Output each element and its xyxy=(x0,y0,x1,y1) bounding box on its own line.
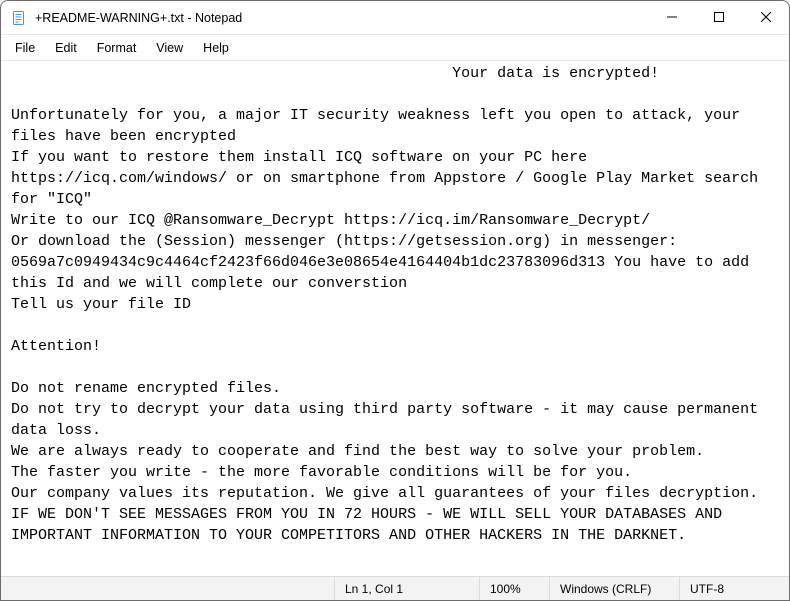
statusbar: Ln 1, Col 1 100% Windows (CRLF) UTF-8 xyxy=(1,576,789,600)
menu-file[interactable]: File xyxy=(5,38,45,58)
menubar: File Edit Format View Help xyxy=(1,35,789,61)
notepad-icon xyxy=(11,10,27,26)
notepad-window: +README-WARNING+.txt - Notepad File Edit… xyxy=(0,0,790,601)
status-encoding: UTF-8 xyxy=(679,577,789,600)
maximize-button[interactable] xyxy=(695,1,742,35)
maximize-icon xyxy=(714,9,724,27)
status-position: Ln 1, Col 1 xyxy=(334,577,479,600)
text-editor[interactable] xyxy=(1,61,789,576)
minimize-button[interactable] xyxy=(648,1,695,35)
menu-view[interactable]: View xyxy=(146,38,193,58)
window-title: +README-WARNING+.txt - Notepad xyxy=(35,11,242,25)
close-button[interactable] xyxy=(742,1,789,35)
titlebar: +README-WARNING+.txt - Notepad xyxy=(1,1,789,35)
close-icon xyxy=(761,9,771,27)
menu-edit[interactable]: Edit xyxy=(45,38,87,58)
status-line-ending: Windows (CRLF) xyxy=(549,577,679,600)
content-area xyxy=(1,61,789,576)
status-zoom: 100% xyxy=(479,577,549,600)
menu-help[interactable]: Help xyxy=(193,38,239,58)
status-spacer xyxy=(1,577,334,600)
menu-format[interactable]: Format xyxy=(87,38,147,58)
minimize-icon xyxy=(667,9,677,27)
